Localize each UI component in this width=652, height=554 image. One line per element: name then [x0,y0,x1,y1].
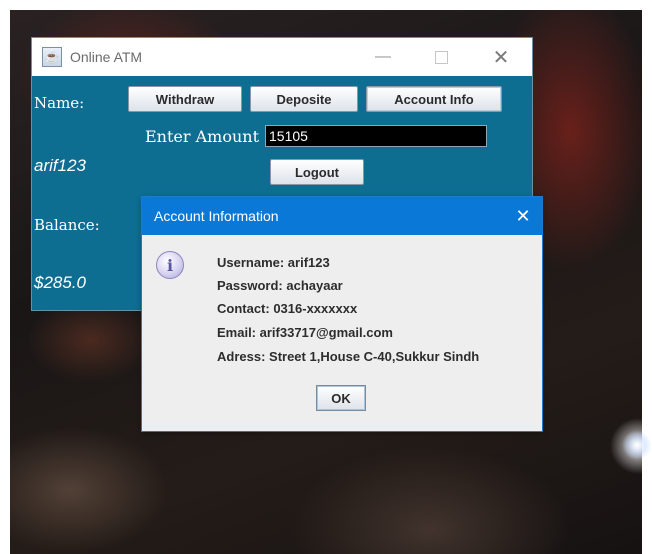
dialog-body: i Username: arif123 Password: achayaar C… [142,235,542,431]
username-line: Username: arif123 [217,255,330,270]
atm-window-title: Online ATM [70,49,143,65]
dialog-close-button[interactable]: ✕ [504,197,542,235]
logout-button[interactable]: Logout [270,159,364,185]
password-line: Password: achayaar [217,278,343,293]
username-value: arif123 [34,156,86,175]
account-information-dialog: Account Information ✕ i Username: arif12… [142,197,542,431]
maximize-icon [434,50,448,64]
info-icon: i [156,251,184,279]
java-app-icon: ☕ [42,47,62,67]
address-line: Adress: Street 1,House C-40,Sukkur Sindh [217,349,480,364]
deposit-button[interactable]: Deposite [250,86,358,112]
balance-label: Balance: [34,216,100,234]
wallpaper-light [622,430,652,460]
atm-titlebar[interactable]: ☕ Online ATM — ✕ [32,38,532,76]
withdraw-button[interactable]: Withdraw [128,86,242,112]
minimize-button[interactable]: — [360,38,406,76]
ok-button[interactable]: OK [316,385,366,411]
dialog-title: Account Information [154,208,279,224]
account-info-button[interactable]: Account Info [366,86,502,112]
enter-amount-label: Enter Amount [145,127,260,146]
amount-input[interactable] [265,125,487,147]
maximize-button[interactable] [418,38,464,76]
email-line: Email: arif33717@gmail.com [217,325,393,340]
dialog-titlebar[interactable]: Account Information ✕ [142,197,542,235]
balance-value: $285.0 [34,273,86,292]
contact-line: Contact: 0316-xxxxxxx [217,301,358,316]
name-label: Name: [34,94,85,112]
close-button[interactable]: ✕ [478,38,524,76]
